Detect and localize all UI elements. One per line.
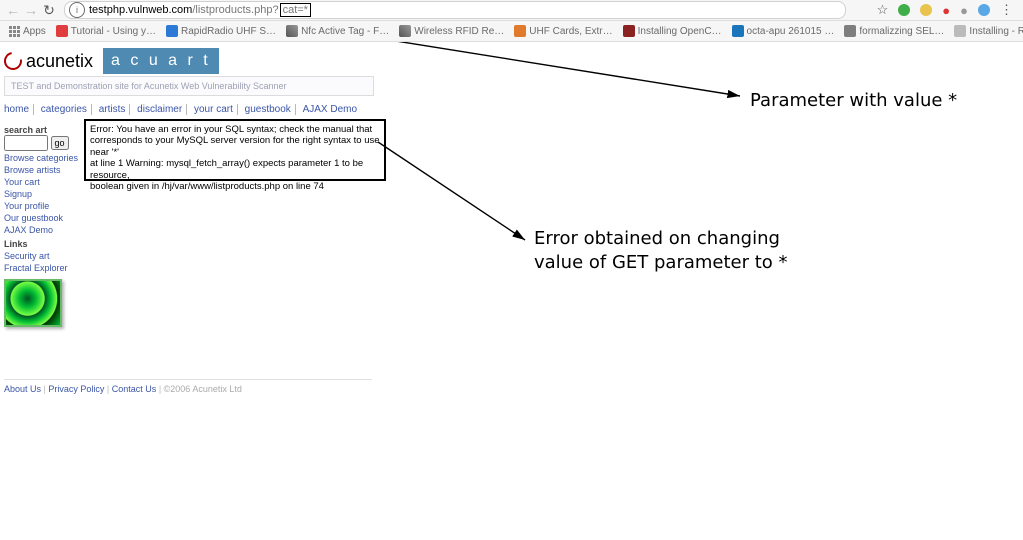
back-button[interactable]: ←	[4, 1, 22, 19]
bookmark-label: Tutorial - Using y…	[71, 26, 156, 37]
sql-error-box: Error: You have an error in your SQL syn…	[84, 119, 386, 181]
error-line: Error: You have an error in your SQL syn…	[90, 124, 380, 135]
annotation-error-label-2: value of GET parameter to *	[534, 252, 788, 273]
error-line: corresponds to your MySQL server version…	[90, 135, 380, 158]
footer-copyright: ©2006 Acunetix Ltd	[164, 384, 242, 394]
search-heading: search art	[4, 125, 80, 135]
url-host: testphp.vulnweb.com	[89, 4, 192, 16]
favicon-icon	[732, 25, 744, 37]
annotation-param-label: Parameter with value *	[750, 90, 957, 111]
toolbar-right: ☆ ● ● ⋮	[877, 2, 1019, 18]
address-bar[interactable]: i testphp.vulnweb.com/listproducts.php?c…	[64, 1, 846, 19]
logo[interactable]: acunetix a c u a r t	[4, 48, 386, 74]
bookmarks-bar: Apps Tutorial - Using y… RapidRadio UHF …	[0, 21, 1023, 42]
footer-privacy[interactable]: Privacy Policy	[48, 384, 104, 394]
nav-link-guestbook[interactable]: guestbook	[241, 104, 296, 115]
bookmark-label: Wireless RFID Re…	[414, 26, 504, 37]
side-link-browse-categories[interactable]: Browse categories	[4, 153, 80, 163]
favicon-icon	[623, 25, 635, 37]
side-link-ajax-demo[interactable]: AJAX Demo	[4, 225, 80, 235]
search-go-button[interactable]: go	[51, 136, 69, 150]
footer: About Us | Privacy Policy | Contact Us |…	[4, 379, 372, 394]
site-description: TEST and Demonstration site for Acunetix…	[4, 76, 374, 96]
site-info-icon[interactable]: i	[69, 2, 85, 18]
favicon-icon	[954, 25, 966, 37]
menu-icon[interactable]: ⋮	[1000, 2, 1013, 18]
favicon-icon	[844, 25, 856, 37]
favicon-icon	[166, 25, 178, 37]
annotation-error-label-1: Error obtained on changing	[534, 228, 780, 249]
bookmark-label: UHF Cards, Extr…	[529, 26, 612, 37]
sidebar: search art go Browse categories Browse a…	[4, 121, 80, 327]
profile-icon[interactable]	[978, 4, 990, 16]
ext-icon-3[interactable]: ●	[942, 3, 950, 18]
site-header: acunetix a c u a r t TEST and Demonstrat…	[4, 44, 386, 98]
page-content: acunetix a c u a r t TEST and Demonstrat…	[0, 42, 1023, 540]
bookmark-star-icon[interactable]: ☆	[877, 2, 889, 18]
forward-button[interactable]: →	[22, 1, 40, 19]
side-link-your-cart[interactable]: Your cart	[4, 177, 80, 187]
brand-acuart: a c u a r t	[103, 48, 219, 74]
url-query-prefix: ?	[272, 4, 278, 16]
side-link-your-profile[interactable]: Your profile	[4, 201, 80, 211]
nav-link-categories[interactable]: categories	[37, 104, 92, 115]
bookmark-item[interactable]: Installing - Rag. S…	[952, 25, 1023, 37]
bookmark-item[interactable]: formalizzing SEL…	[842, 25, 946, 37]
top-nav: home categories artists disclaimer your …	[4, 102, 386, 117]
apps-label: Apps	[23, 26, 46, 37]
links-heading: Links	[4, 239, 80, 249]
bookmark-label: octa-apu 261015 …	[747, 26, 835, 37]
bookmark-item[interactable]: Installing OpenC…	[621, 25, 724, 37]
nav-link-home[interactable]: home	[4, 104, 34, 115]
bookmark-label: Installing - Rag. S…	[969, 26, 1023, 37]
browser-toolbar: ← → ↻ i testphp.vulnweb.com/listproducts…	[0, 0, 1023, 21]
bookmark-label: RapidRadio UHF S…	[181, 26, 276, 37]
nav-link-disclaimer[interactable]: disclaimer	[133, 104, 187, 115]
bookmark-item[interactable]: Tutorial - Using y…	[54, 25, 158, 37]
error-line: at line 1 Warning: mysql_fetch_array() e…	[90, 158, 380, 181]
bookmark-item[interactable]: UHF Cards, Extr…	[512, 25, 614, 37]
ext-icon-1[interactable]	[898, 4, 910, 16]
side-link-browse-artists[interactable]: Browse artists	[4, 165, 80, 175]
url-text: testphp.vulnweb.com/listproducts.php?cat…	[89, 4, 311, 16]
bookmark-item[interactable]: octa-apu 261015 …	[730, 25, 837, 37]
search-form: go	[4, 135, 80, 151]
apps-button[interactable]: Apps	[6, 25, 48, 37]
favicon-icon	[56, 25, 68, 37]
ext-icon-4[interactable]: ●	[960, 3, 968, 18]
acunetix-mark-icon	[0, 48, 25, 73]
ext-icon-2[interactable]	[920, 4, 932, 16]
url-path: /listproducts.php	[192, 4, 272, 16]
main-content: Error: You have an error in your SQL syn…	[84, 121, 386, 327]
side-link-signup[interactable]: Signup	[4, 189, 80, 199]
nav-link-cart[interactable]: your cart	[190, 104, 238, 115]
error-line: boolean given in /hj/var/www/listproduct…	[90, 181, 380, 192]
favicon-icon	[286, 25, 298, 37]
side-link-security-art[interactable]: Security art	[4, 251, 80, 261]
fractal-thumbnail[interactable]	[4, 279, 62, 327]
bookmark-label: Nfc Active Tag - F…	[301, 26, 389, 37]
arrow-to-error	[378, 142, 525, 240]
bookmark-item[interactable]: RapidRadio UHF S…	[164, 25, 278, 37]
reload-button[interactable]: ↻	[40, 1, 58, 19]
favicon-icon	[514, 25, 526, 37]
side-link-guestbook[interactable]: Our guestbook	[4, 213, 80, 223]
brand-text: acunetix	[26, 51, 93, 72]
apps-icon	[8, 25, 20, 37]
nav-link-ajaxdemo[interactable]: AJAX Demo	[299, 104, 361, 115]
bookmark-item[interactable]: Nfc Active Tag - F…	[284, 25, 391, 37]
favicon-icon	[399, 25, 411, 37]
bookmark-item[interactable]: Wireless RFID Re…	[397, 25, 506, 37]
bookmark-label: Installing OpenC…	[638, 26, 722, 37]
url-param-highlight: cat=*	[280, 3, 311, 17]
side-link-fractal-explorer[interactable]: Fractal Explorer	[4, 263, 80, 273]
footer-about[interactable]: About Us	[4, 384, 41, 394]
search-input[interactable]	[4, 135, 48, 151]
footer-contact[interactable]: Contact Us	[112, 384, 157, 394]
bookmark-label: formalizzing SEL…	[859, 26, 944, 37]
nav-link-artists[interactable]: artists	[95, 104, 131, 115]
